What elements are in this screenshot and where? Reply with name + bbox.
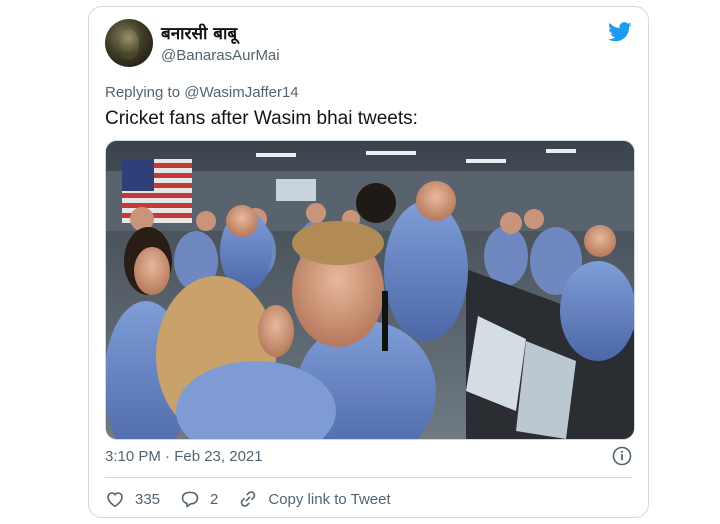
- tweet-photo[interactable]: [105, 140, 635, 440]
- tweet-card: बनारसी बाबू @BanarasAurMai Replying to @…: [88, 6, 649, 518]
- tweet-actions: 335 2 Copy link to Tweet: [105, 487, 411, 511]
- like-count: 335: [135, 490, 161, 508]
- mission-control-crowd-photo: [106, 141, 634, 439]
- link-icon: [241, 491, 256, 507]
- tweet-text: Cricket fans after Wasim bhai tweets:: [105, 108, 418, 129]
- tweet-timestamp[interactable]: 3:10 PM · Feb 23, 2021: [105, 448, 263, 465]
- copy-link-button[interactable]: Copy link to Tweet: [238, 489, 391, 509]
- heart-icon: [107, 492, 123, 508]
- user-handle[interactable]: @BanarasAurMai: [161, 47, 280, 64]
- copy-link-label: Copy link to Tweet: [268, 490, 391, 508]
- reply-count: 2: [210, 490, 219, 508]
- info-icon[interactable]: [612, 446, 632, 466]
- like-button[interactable]: 335: [105, 489, 160, 509]
- replying-prefix: Replying to: [105, 84, 181, 101]
- replying-to: Replying to @WasimJaffer14: [105, 84, 299, 101]
- twitter-bird-icon[interactable]: [608, 22, 632, 42]
- reply-button[interactable]: 2: [180, 489, 218, 509]
- avatar[interactable]: [105, 19, 153, 67]
- display-name[interactable]: बनारसी बाबू: [161, 21, 237, 44]
- replying-to-mention[interactable]: @WasimJaffer14: [184, 84, 298, 101]
- reply-icon: [181, 491, 199, 508]
- divider: [105, 477, 632, 478]
